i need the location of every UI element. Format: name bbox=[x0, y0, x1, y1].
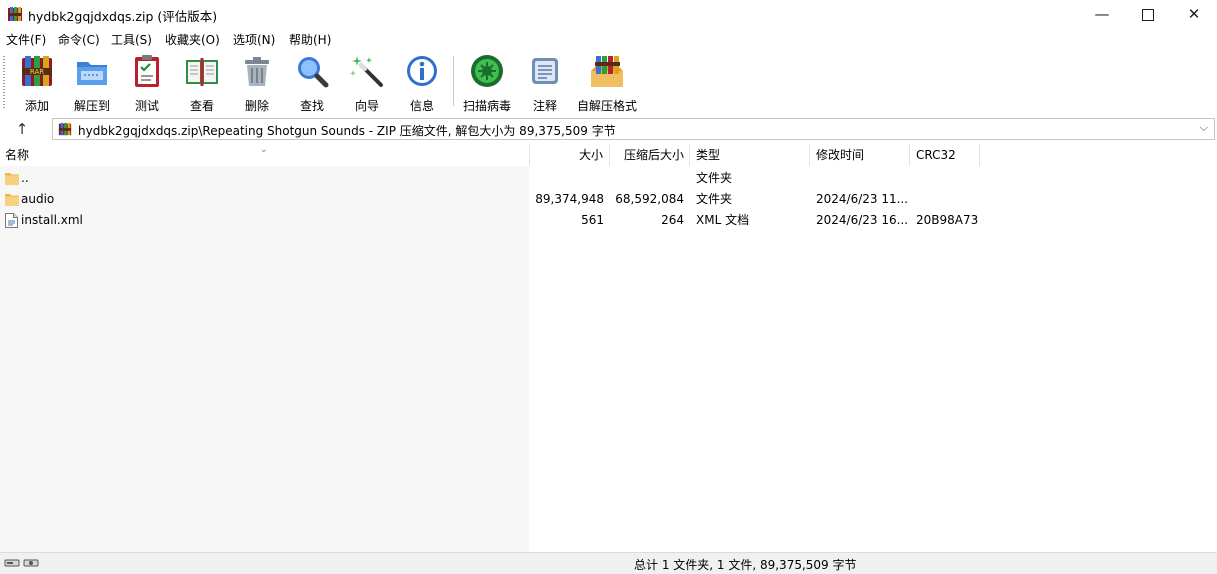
path-combobox[interactable]: hydbk2gqjdxdqs.zip\Repeating Shotgun Sou… bbox=[52, 118, 1215, 140]
test-clipboard-icon bbox=[135, 55, 159, 87]
toolbar: RAR 添加 解压到 测试 查看 删除 查找 向导 信息 扫描病毒 注释 自解压… bbox=[0, 50, 1217, 115]
add-button[interactable]: RAR 添加 bbox=[15, 53, 59, 113]
view-book-icon bbox=[186, 58, 218, 86]
row-packed-size: 264 bbox=[661, 213, 684, 227]
row-type: 文件夹 bbox=[696, 171, 733, 185]
menu-bar: 文件(F) 命令(C) 工具(S) 收藏夹(O) 选项(N) 帮助(H) bbox=[0, 28, 1217, 49]
list-row-install-xml[interactable]: install.xml 561 264 XML 文档 2024/6/23 16.… bbox=[0, 210, 1217, 231]
info-button[interactable]: 信息 bbox=[400, 53, 444, 113]
find-button[interactable]: 查找 bbox=[290, 53, 334, 113]
list-row-parent[interactable]: .. 文件夹 bbox=[0, 168, 1217, 189]
row-name: install.xml bbox=[21, 213, 83, 227]
info-icon bbox=[407, 56, 437, 86]
row-size: 89,374,948 bbox=[535, 192, 604, 206]
list-row-audio[interactable]: audio 89,374,948 68,592,084 文件夹 2024/6/2… bbox=[0, 189, 1217, 210]
wizard-button[interactable]: 向导 bbox=[345, 53, 389, 113]
archive-icon bbox=[58, 122, 72, 136]
test-button[interactable]: 测试 bbox=[125, 53, 169, 113]
file-list: 名称 ⌄ 大小 压缩后大小 类型 修改时间 CRC32 .. 文件夹 audio… bbox=[0, 144, 1217, 552]
status-summary: 总计 1 文件夹, 1 文件, 89,375,509 字节 bbox=[634, 558, 857, 572]
row-name: .. bbox=[21, 171, 29, 185]
extract-to-button[interactable]: 解压到 bbox=[70, 53, 114, 113]
row-packed-size: 68,592,084 bbox=[615, 192, 684, 206]
toolbar-grip[interactable] bbox=[3, 56, 5, 108]
toolbar-separator bbox=[453, 56, 454, 106]
title-bar: hydbk2gqjdxdqs.zip (评估版本) — ✕ bbox=[0, 0, 1217, 28]
status-bar: 总计 1 文件夹, 1 文件, 89,375,509 字节 bbox=[0, 552, 1217, 574]
folder-icon bbox=[5, 194, 19, 206]
maximize-button[interactable] bbox=[1125, 0, 1171, 28]
up-arrow-icon: ↑ bbox=[15, 120, 29, 138]
window-title: hydbk2gqjdxdqs.zip (评估版本) bbox=[28, 9, 218, 24]
xml-file-icon bbox=[5, 213, 18, 228]
comment-note-icon bbox=[532, 58, 558, 84]
column-header-type[interactable]: 类型 bbox=[690, 144, 810, 166]
add-archive-icon: RAR bbox=[22, 56, 52, 86]
row-crc: 20B98A73 bbox=[916, 213, 979, 227]
row-type: XML 文档 bbox=[696, 213, 750, 227]
column-header-modified[interactable]: 修改时间 bbox=[810, 144, 910, 166]
menu-favorites[interactable]: 收藏夹(O) bbox=[165, 31, 220, 48]
drive-icon bbox=[4, 559, 39, 567]
trash-icon bbox=[245, 57, 269, 86]
sfx-archive-icon bbox=[591, 56, 623, 87]
scan-virus-button[interactable]: 扫描病毒 bbox=[461, 53, 513, 113]
folder-icon bbox=[5, 173, 19, 185]
column-header-name[interactable]: 名称 ⌄ bbox=[0, 144, 530, 166]
menu-tools[interactable]: 工具(S) bbox=[111, 31, 152, 48]
winrar-app-icon bbox=[8, 7, 22, 21]
comment-button[interactable]: 注释 bbox=[523, 53, 567, 113]
virus-scan-icon bbox=[471, 55, 503, 87]
menu-file[interactable]: 文件(F) bbox=[6, 31, 46, 48]
close-button[interactable]: ✕ bbox=[1171, 0, 1217, 28]
row-modified: 2024/6/23 16... bbox=[816, 213, 909, 227]
menu-help[interactable]: 帮助(H) bbox=[289, 31, 331, 48]
sfx-button[interactable]: 自解压格式 bbox=[577, 53, 637, 113]
row-name: audio bbox=[21, 192, 55, 206]
extract-folder-icon bbox=[77, 62, 107, 85]
sort-indicator-icon: ⌄ bbox=[260, 145, 268, 155]
svg-text:RAR: RAR bbox=[30, 68, 44, 76]
row-type: 文件夹 bbox=[696, 192, 733, 206]
minimize-button[interactable]: — bbox=[1079, 0, 1125, 28]
maximize-icon bbox=[1142, 8, 1154, 21]
column-header-size[interactable]: 大小 bbox=[530, 144, 610, 166]
row-modified: 2024/6/23 11... bbox=[816, 192, 909, 206]
row-size: 561 bbox=[581, 213, 604, 227]
delete-button[interactable]: 删除 bbox=[235, 53, 279, 113]
magnifier-icon bbox=[298, 57, 329, 88]
chevron-down-icon[interactable]: ⌵ bbox=[1200, 121, 1208, 135]
view-button[interactable]: 查看 bbox=[179, 53, 225, 113]
archive-path: hydbk2gqjdxdqs.zip\Repeating Shotgun Sou… bbox=[78, 124, 616, 138]
magic-wand-icon bbox=[349, 56, 383, 87]
column-header-packed[interactable]: 压缩后大小 bbox=[610, 144, 690, 166]
column-header-crc[interactable]: CRC32 bbox=[910, 144, 980, 166]
menu-commands[interactable]: 命令(C) bbox=[58, 31, 100, 48]
address-bar: ↑ hydbk2gqjdxdqs.zip\Repeating Shotgun S… bbox=[0, 117, 1217, 143]
menu-options[interactable]: 选项(N) bbox=[233, 31, 275, 48]
up-one-level-button[interactable]: ↑ bbox=[12, 119, 32, 139]
